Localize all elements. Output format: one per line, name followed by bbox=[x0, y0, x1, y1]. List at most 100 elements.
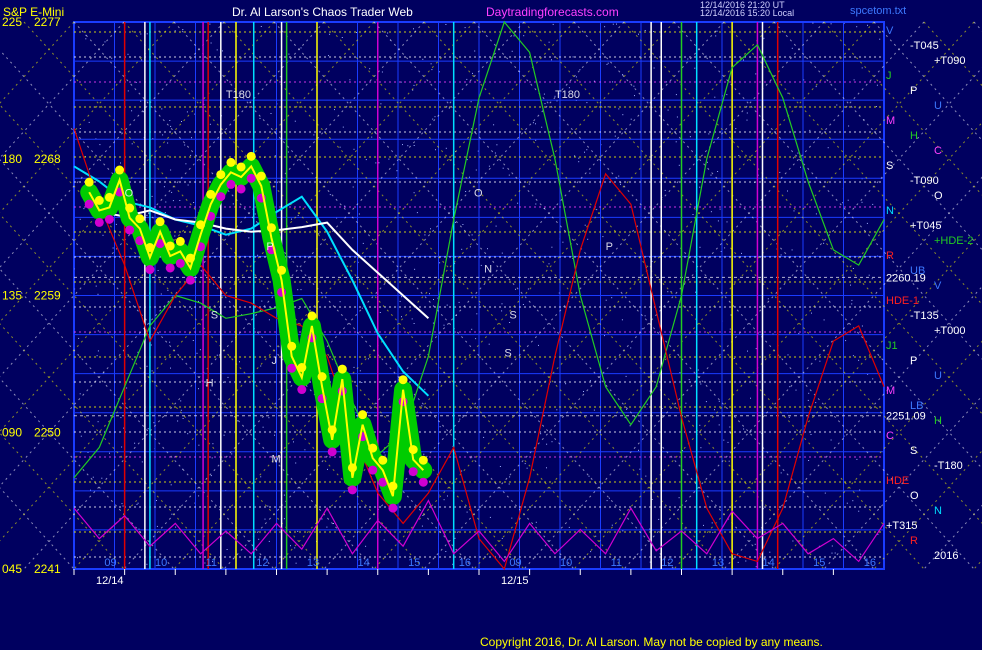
star-dot bbox=[459, 418, 461, 420]
star-dot bbox=[738, 155, 740, 157]
price-high-dot bbox=[236, 162, 246, 172]
x-date-label: 12/14 bbox=[96, 575, 124, 587]
star-dot bbox=[211, 457, 213, 459]
star-dot bbox=[861, 67, 863, 69]
star-dot bbox=[97, 350, 99, 352]
chart-letter-label: S bbox=[211, 309, 218, 321]
star-dot bbox=[815, 213, 817, 215]
star-dot bbox=[268, 319, 270, 321]
chart-letter-label: S bbox=[509, 309, 516, 321]
price-low-dot bbox=[226, 179, 236, 189]
star-dot bbox=[611, 524, 613, 526]
star-dot bbox=[341, 37, 343, 38]
star-dot bbox=[792, 540, 794, 542]
star-dot bbox=[472, 72, 473, 74]
star-dot bbox=[324, 280, 326, 282]
star-dot bbox=[708, 133, 710, 135]
star-dot bbox=[614, 135, 616, 137]
site-link[interactable]: Daytradingforecasts.com bbox=[486, 5, 619, 19]
star-dot bbox=[321, 518, 323, 520]
star-dot bbox=[146, 365, 148, 367]
star-dot bbox=[264, 518, 266, 520]
star-dot bbox=[508, 174, 510, 176]
star-dot bbox=[875, 106, 877, 107]
star-dot bbox=[191, 308, 193, 310]
star-dot bbox=[466, 78, 468, 80]
star-dot bbox=[565, 383, 567, 385]
star-dot bbox=[755, 73, 757, 75]
star-dot bbox=[868, 305, 870, 307]
right-label: HDE-1 bbox=[886, 295, 919, 307]
star-dot bbox=[699, 186, 701, 188]
price-low-dot bbox=[94, 217, 104, 227]
price-low-dot bbox=[236, 184, 246, 194]
star-dot bbox=[413, 28, 414, 30]
star-dot bbox=[546, 467, 547, 469]
star-dot bbox=[454, 537, 456, 539]
star-dot bbox=[588, 475, 590, 477]
star-dot bbox=[190, 154, 192, 156]
star-dot bbox=[120, 162, 121, 164]
star-dot bbox=[171, 191, 173, 193]
star-dot bbox=[383, 452, 385, 454]
star-dot bbox=[714, 409, 715, 411]
star-dot bbox=[630, 118, 632, 120]
star-dot bbox=[513, 35, 515, 37]
star-dot bbox=[466, 511, 468, 513]
y-angle-label: 135 bbox=[2, 289, 22, 303]
star-dot bbox=[83, 208, 85, 210]
star-dot bbox=[407, 145, 409, 147]
chart-letter-label: O bbox=[474, 188, 483, 200]
star-dot bbox=[630, 347, 632, 349]
chart-letter-label: T180 bbox=[226, 89, 251, 101]
star-dot bbox=[798, 332, 800, 334]
star-dot bbox=[488, 165, 490, 167]
price-low-dot bbox=[145, 265, 155, 275]
price-low-dot bbox=[408, 467, 418, 477]
star-dot bbox=[167, 289, 169, 291]
star-dot bbox=[575, 76, 577, 78]
star-dot bbox=[180, 409, 182, 411]
star-dot bbox=[548, 41, 550, 43]
star-dot bbox=[556, 409, 558, 411]
star-dot bbox=[607, 62, 609, 64]
y-price-label: 2259 bbox=[34, 289, 61, 303]
star-dot bbox=[718, 400, 720, 402]
star-dot bbox=[535, 139, 537, 141]
star-dot bbox=[369, 68, 371, 70]
right-label: +T000 bbox=[934, 325, 966, 337]
star-dot bbox=[723, 439, 725, 441]
star-dot bbox=[493, 124, 495, 126]
star-dot bbox=[432, 118, 434, 120]
star-dot bbox=[175, 526, 177, 528]
right-label: H bbox=[934, 415, 942, 427]
star-dot bbox=[161, 108, 163, 110]
star-dot bbox=[528, 183, 530, 185]
star-dot bbox=[699, 424, 701, 426]
star-dot bbox=[371, 136, 373, 138]
chart-letter-label: H bbox=[206, 378, 214, 390]
star-dot bbox=[622, 114, 624, 116]
star-dot bbox=[791, 47, 793, 49]
price-low-dot bbox=[388, 503, 398, 513]
star-dot bbox=[141, 59, 143, 61]
star-dot bbox=[526, 467, 528, 469]
star-dot bbox=[222, 50, 223, 52]
star-dot bbox=[649, 390, 651, 392]
star-dot bbox=[779, 171, 781, 173]
star-dot bbox=[808, 392, 810, 394]
star-dot bbox=[186, 111, 188, 113]
star-dot bbox=[402, 144, 403, 146]
star-dot bbox=[126, 387, 128, 389]
right-label: P bbox=[910, 85, 917, 97]
star-dot bbox=[111, 57, 113, 59]
star-dot bbox=[589, 380, 591, 382]
star-dot bbox=[664, 189, 666, 191]
star-dot bbox=[747, 350, 748, 352]
star-dot bbox=[232, 203, 234, 205]
star-dot bbox=[196, 352, 198, 354]
star-dot bbox=[517, 202, 519, 204]
price-high-dot bbox=[398, 375, 408, 385]
star-dot bbox=[259, 117, 261, 119]
star-dot bbox=[834, 552, 836, 554]
